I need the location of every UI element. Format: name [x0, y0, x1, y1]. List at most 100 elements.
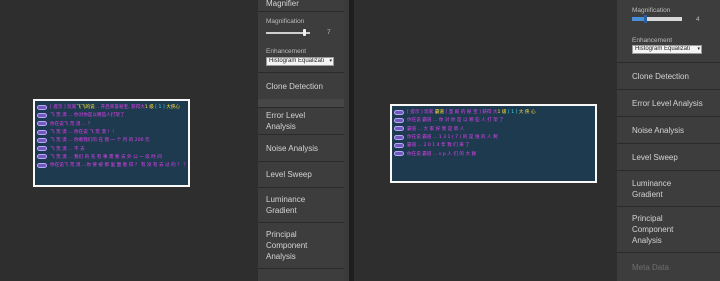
tool-error-level-analysis[interactable]: Error Level Analysis	[258, 107, 344, 134]
chat-line: 你在说 霸道 ... v p 人 们 的 大 群	[394, 149, 593, 157]
chat-message: 飞 荒 漠 ... 不 去	[50, 146, 85, 152]
chat-line: 霸道 ... 大 家 好 我 是 新 人	[394, 125, 593, 133]
chat-fragment: 你在说 霸道 ...	[407, 118, 439, 124]
chat-message: 飞 荒 漠 ... 我们 的 先 有 事 需 要 去 外 公 一 段 时 间	[50, 154, 162, 160]
chat-line: 飞 荒 漠 ... 你看我们的 在 我 一 个 月 的 200 元	[37, 136, 186, 144]
tool-luminance-gradient[interactable]: Luminance Gradient	[258, 187, 344, 222]
tool-label: Meta Data	[632, 262, 669, 272]
chat-fragment: 飞 荒 漠 ...	[50, 154, 75, 160]
channel-tag-icon	[37, 121, 47, 127]
tool-clone-detection[interactable]: Clone Detection	[617, 62, 720, 89]
chat-fragment: 大 侠 心	[518, 110, 536, 116]
tool-principal-component-analysis[interactable]: Principal Component Analysis	[617, 206, 720, 252]
chat-fragment: 飞 荒 漠 ...	[50, 138, 75, 144]
sidebar-spacer	[258, 99, 344, 107]
chat-fragment: [ 1 ]	[506, 110, 519, 116]
chat-fragment: 飞飞的说	[76, 105, 95, 111]
tool-label: Magnifier	[266, 0, 299, 8]
left-image-canvas[interactable]: [ 提示 ] 玩家飞飞的说... 开启荣誉秘宝, 获得大1 级 [ 1 ] 大侠…	[0, 0, 258, 281]
chat-fragment: [ 提示 ] 玩家	[407, 110, 435, 116]
right-tool-sidebar: Magnification 4 Enhancement Histogram Eq…	[617, 0, 720, 281]
chat-fragment: [ 圣 殿 的 秘 宝 ] 获得 大	[444, 110, 498, 116]
chat-fragment: 大侠心	[166, 105, 180, 111]
chat-line: 你在说 霸道 ... 1 3 1 ( 7 ) 的 是 谁 的 人 啊	[394, 133, 593, 141]
channel-tag-icon	[394, 142, 404, 148]
chat-fragment: 霸道	[434, 110, 445, 116]
chat-fragment: 你看我们的 在 我 一 个 月 的 200 元	[74, 138, 150, 144]
channel-tag-icon	[37, 154, 47, 160]
chat-fragment: 大 家 好 我 是 新 人	[423, 126, 465, 132]
tool-luminance-gradient[interactable]: Luminance Gradient	[617, 170, 720, 206]
tool-noise-analysis[interactable]: Noise Analysis	[617, 116, 720, 143]
tool-magnifier-header[interactable]: Magnifier	[258, 0, 344, 10]
left-magnified-chat-region: [ 提示 ] 玩家飞飞的说... 开启荣誉秘宝, 获得大1 级 [ 1 ] 大侠…	[35, 101, 188, 185]
enhancement-select[interactable]: Histogram Equalizati ▾	[632, 45, 702, 54]
tool-label: Luminance Gradient	[632, 178, 672, 199]
channel-tag-icon	[37, 104, 47, 110]
magnification-value: 7	[327, 29, 331, 36]
tool-error-level-analysis[interactable]: Error Level Analysis	[617, 89, 720, 116]
chat-fragment: 霸道 ...	[407, 143, 424, 149]
magnification-label: Magnification	[266, 18, 305, 25]
tool-label: Error Level Analysis	[632, 98, 703, 108]
chat-fragment: 你在说 霸道 ...	[407, 135, 439, 141]
chat-message: 飞 荒 漠 ... 你在说 飞 荒 漠 ！！	[50, 129, 117, 135]
chat-fragment: ... 开启荣誉秘宝, 获得大	[94, 105, 145, 111]
chat-fragment: 霸道 ...	[407, 126, 424, 132]
tool-next-partial[interactable]	[258, 268, 344, 281]
dropdown-arrow-icon: ▾	[329, 58, 332, 64]
chat-fragment: 2 0 1 4 年 我 们 来 了	[423, 143, 470, 149]
left-magnifier-loupe[interactable]: [ 提示 ] 玩家飞飞的说... 开启荣誉秘宝, 获得大1 级 [ 1 ] 大侠…	[33, 99, 190, 187]
chat-fragment: 不 去	[74, 146, 85, 152]
tool-noise-analysis[interactable]: Noise Analysis	[258, 134, 344, 161]
chat-message: [ 提示 ] 玩家飞飞的说... 开启荣誉秘宝, 获得大1 级 [ 1 ] 大侠…	[50, 104, 180, 110]
channel-tag-icon	[37, 137, 47, 143]
chat-line: [ 提示 ] 玩家 霸道 [ 圣 殿 的 秘 宝 ] 获得 大1 级 [ 1 ]…	[394, 108, 593, 116]
channel-tag-icon	[37, 162, 47, 168]
right-magnifier-loupe[interactable]: [ 提示 ] 玩家 霸道 [ 圣 殿 的 秘 宝 ] 获得 大1 级 [ 1 ]…	[390, 104, 597, 183]
magnification-slider-thumb[interactable]	[303, 29, 306, 36]
tool-label: Level Sweep	[266, 170, 312, 179]
tool-clone-detection[interactable]: Clone Detection	[258, 72, 344, 99]
chat-fragment: ？	[86, 121, 93, 127]
channel-tag-icon	[394, 134, 404, 140]
chat-line: 飞 荒 漠 ... 你在说 飞 荒 漠 ！！	[37, 128, 186, 136]
chat-line: 飞 荒 漠 ... 不 去	[37, 144, 186, 152]
chat-fragment: 你 对 你 是 以 哪 些 人 打 架 了	[438, 118, 504, 124]
channel-tag-icon	[394, 126, 404, 132]
tool-label: Luminance Gradient	[266, 195, 306, 215]
chat-message: 你在说 霸道 ... 你 对 你 是 以 哪 些 人 打 架 了	[407, 117, 504, 123]
tool-label: Noise Analysis	[632, 125, 685, 135]
tool-label: Clone Detection	[266, 81, 323, 91]
chat-fragment: v p 人 们 的 大 群	[438, 151, 477, 157]
magnification-value: 4	[696, 16, 700, 23]
channel-tag-icon	[37, 129, 47, 135]
chat-message: 你在说 霸道 ... 1 3 1 ( 7 ) 的 是 谁 的 人 啊	[407, 134, 498, 140]
chat-message: 霸道 ... 大 家 好 我 是 新 人	[407, 126, 464, 132]
right-image-canvas[interactable]: [ 提示 ] 玩家 霸道 [ 圣 殿 的 秘 宝 ] 获得 大1 级 [ 1 ]…	[354, 0, 616, 281]
channel-tag-icon	[37, 146, 47, 152]
magnifier-settings: Magnification 7 Enhancement Histogram Eq…	[258, 11, 344, 72]
tool-principal-component-analysis[interactable]: Principal Component Analysis	[258, 222, 344, 268]
chat-fragment: 你在说 霸道 ...	[407, 151, 439, 157]
enhancement-select[interactable]: Histogram Equalizati ▾	[266, 57, 334, 66]
tool-level-sweep[interactable]: Level Sweep	[258, 161, 344, 187]
chat-line: [ 提示 ] 玩家飞飞的说... 开启荣誉秘宝, 获得大1 级 [ 1 ] 大侠…	[37, 103, 186, 111]
channel-tag-icon	[394, 151, 404, 157]
enhancement-label: Enhancement	[632, 37, 673, 44]
chat-fragment: 我们 的 先 有 事 需 要 去 外 公 一 段 时 间	[74, 154, 162, 160]
chat-fragment: 1 3 1 ( 7 ) 的 是 谁 的 人 啊	[438, 135, 498, 141]
magnification-slider-thumb[interactable]	[644, 15, 647, 23]
chat-fragment: 你在说 飞 荒 漠 ！！	[74, 130, 117, 136]
chat-fragment: 你在说飞 荒 漠 ...	[50, 121, 87, 127]
chat-line: 你在说飞 荒 漠 ... ？	[37, 120, 186, 128]
tool-meta-data[interactable]: Meta Data	[617, 252, 720, 281]
chat-fragment: 你在说飞 荒 漠 ...	[50, 163, 87, 169]
channel-tag-icon	[394, 109, 404, 115]
chat-message: 你在说 霸道 ... v p 人 们 的 大 群	[407, 151, 476, 157]
chat-fragment: [ 1 ]	[153, 105, 167, 111]
tool-level-sweep[interactable]: Level Sweep	[617, 143, 720, 170]
chat-fragment: 飞 荒 漠 ...	[50, 113, 75, 119]
chat-message: 飞 荒 漠 ... 你对你是以哪些人打架了	[50, 112, 125, 118]
chat-fragment: 你对你是以哪些人打架了	[74, 113, 125, 119]
